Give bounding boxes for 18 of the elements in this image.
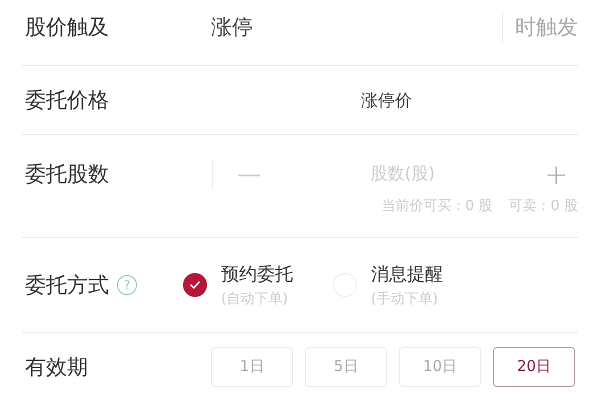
help-icon[interactable]: ? [117, 275, 137, 295]
option-title: 预约委托 [221, 263, 293, 286]
price-value: 涨停价 [361, 90, 412, 112]
period-option[interactable]: 10日 [399, 346, 481, 386]
period-option[interactable]: 20日 [493, 346, 575, 386]
field-label: 委托股数 [24, 161, 110, 188]
trigger-suffix: 时触发 [515, 14, 578, 40]
minus-button[interactable]: — [227, 160, 271, 188]
field-label: 委托价格 [24, 87, 110, 114]
period-option[interactable]: 1日 [211, 346, 293, 386]
radio-button[interactable] [183, 273, 207, 297]
plus-button[interactable]: + [534, 158, 578, 190]
period-option[interactable]: 5日 [305, 346, 387, 386]
trigger-value: 涨停 [211, 14, 254, 40]
field-label: 委托方式 [24, 272, 109, 299]
field-label: 有效期 [24, 354, 89, 380]
option-title: 消息提醒 [371, 263, 443, 286]
field-label: 股价触及 [24, 14, 110, 40]
